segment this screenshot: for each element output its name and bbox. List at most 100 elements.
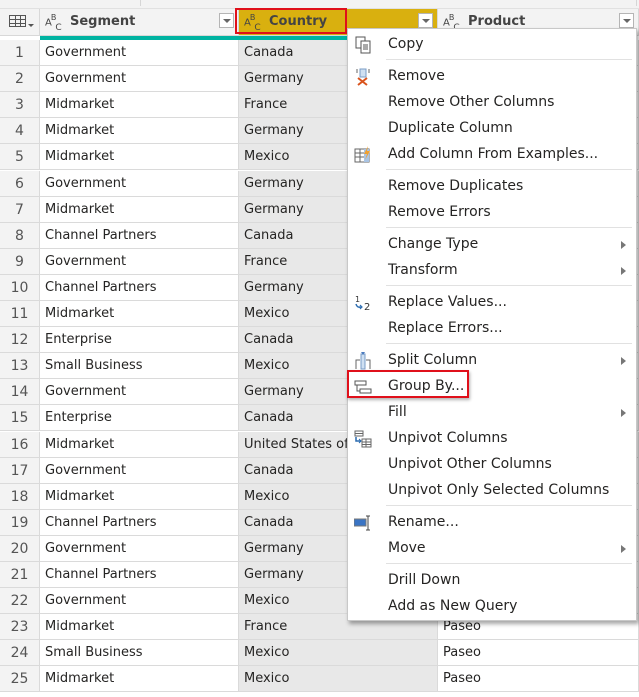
cell-segment[interactable]: Government: [40, 457, 239, 484]
menu-item-label: Drill Down: [388, 572, 461, 588]
menu-item-label: Transform: [388, 262, 458, 278]
cell-segment[interactable]: Midmarket: [40, 92, 239, 119]
cell-segment[interactable]: Midmarket: [40, 196, 239, 223]
menu-item-label: Remove: [388, 68, 445, 84]
menu-item-add-column-from-examples[interactable]: Add Column From Examples...: [348, 142, 636, 168]
abc-text-type-icon[interactable]: ABC: [45, 13, 62, 33]
submenu-arrow-icon: [621, 357, 626, 365]
cell-segment[interactable]: Channel Partners: [40, 274, 239, 301]
menu-item-label: Unpivot Only Selected Columns: [388, 482, 610, 498]
menu-separator: [386, 563, 632, 564]
table-row[interactable]: 25 Midmarket Mexico Paseo: [0, 666, 639, 693]
selected-column-highlight: [235, 8, 347, 34]
row-number: 13: [0, 353, 40, 380]
formula-bar-segment: [146, 0, 637, 6]
cell-segment[interactable]: Small Business: [40, 353, 239, 380]
row-number: 1: [0, 40, 40, 66]
cell-segment[interactable]: Midmarket: [40, 301, 239, 327]
cell-segment[interactable]: Government: [40, 588, 239, 615]
cell-segment[interactable]: Midmarket: [40, 666, 239, 693]
table-menu-button[interactable]: [0, 9, 40, 36]
menu-item-remove-duplicates[interactable]: Remove Duplicates: [348, 174, 636, 200]
row-number: 16: [0, 431, 40, 458]
row-number: 11: [0, 301, 40, 327]
cell-segment[interactable]: Government: [40, 379, 239, 406]
row-number: 7: [0, 196, 40, 223]
cell-segment[interactable]: Channel Partners: [40, 509, 239, 536]
menu-item-fill[interactable]: Fill: [348, 400, 636, 426]
cell-segment[interactable]: Midmarket: [40, 431, 239, 458]
menu-item-unpivot-columns[interactable]: Unpivot Columns: [348, 426, 636, 452]
row-number: 9: [0, 248, 40, 275]
menu-item-label: Fill: [388, 404, 407, 420]
menu-item-move[interactable]: Move: [348, 536, 636, 562]
menu-item-label: Copy: [388, 36, 424, 52]
row-number: 24: [0, 640, 40, 667]
column-filter-dropdown[interactable]: [418, 13, 433, 28]
table-icon: [9, 15, 26, 27]
menu-item-label: Replace Values...: [388, 294, 507, 310]
menu-item-remove-other-columns[interactable]: Remove Other Columns: [348, 90, 636, 116]
menu-item-replace-values[interactable]: 1 2 Replace Values...: [348, 290, 636, 316]
cell-segment[interactable]: Channel Partners: [40, 222, 239, 249]
cell-country[interactable]: Mexico: [239, 666, 438, 693]
menu-item-label: Add as New Query: [388, 598, 518, 614]
cell-country[interactable]: Mexico: [239, 640, 438, 667]
row-number: 12: [0, 327, 40, 354]
menu-item-label: Unpivot Columns: [388, 430, 508, 446]
menu-item-unpivot-other-columns[interactable]: Unpivot Other Columns: [348, 452, 636, 478]
menu-item-transform[interactable]: Transform: [348, 258, 636, 284]
unpivot-columns-icon: [354, 430, 372, 448]
row-number: 3: [0, 92, 40, 119]
cell-segment[interactable]: Government: [40, 535, 239, 562]
menu-separator: [386, 59, 632, 60]
menu-item-replace-errors[interactable]: Replace Errors...: [348, 316, 636, 342]
submenu-arrow-icon: [621, 545, 626, 553]
menu-item-label: Add Column From Examples...: [388, 146, 599, 162]
menu-separator: [386, 505, 632, 506]
cell-segment[interactable]: Enterprise: [40, 405, 239, 432]
row-number: 14: [0, 379, 40, 406]
svg-text:2: 2: [364, 302, 370, 312]
cell-segment[interactable]: Midmarket: [40, 144, 239, 171]
submenu-arrow-icon: [621, 241, 626, 249]
cell-segment[interactable]: Small Business: [40, 640, 239, 667]
column-header-label: Product: [468, 14, 526, 29]
column-header-segment[interactable]: ABC Segment: [40, 9, 239, 36]
cell-segment[interactable]: Channel Partners: [40, 562, 239, 588]
menu-item-change-type[interactable]: Change Type: [348, 232, 636, 258]
cell-segment[interactable]: Government: [40, 170, 239, 197]
menu-item-label: Change Type: [388, 236, 479, 252]
menu-item-duplicate-column[interactable]: Duplicate Column: [348, 116, 636, 142]
cell-product[interactable]: Paseo: [438, 640, 639, 667]
column-filter-dropdown[interactable]: [619, 13, 634, 28]
column-from-examples-icon: [354, 146, 372, 164]
menu-item-unpivot-only-selected-columns[interactable]: Unpivot Only Selected Columns: [348, 478, 636, 504]
rename-icon: [353, 514, 372, 532]
menu-item-rename[interactable]: Rename...: [348, 510, 636, 536]
menu-item-remove[interactable]: Remove: [348, 64, 636, 90]
cell-product[interactable]: Paseo: [438, 666, 639, 693]
cell-segment[interactable]: Government: [40, 248, 239, 275]
cell-segment[interactable]: Enterprise: [40, 327, 239, 354]
row-number: 23: [0, 614, 40, 641]
column-filter-dropdown[interactable]: [219, 13, 234, 28]
menu-item-add-as-new-query[interactable]: Add as New Query: [348, 594, 636, 620]
submenu-arrow-icon: [621, 409, 626, 417]
menu-item-label: Remove Duplicates: [388, 178, 524, 194]
menu-item-label: Rename...: [388, 514, 459, 530]
row-number: 2: [0, 66, 40, 93]
row-number: 17: [0, 457, 40, 484]
menu-item-remove-errors[interactable]: Remove Errors: [348, 200, 636, 226]
row-number: 10: [0, 274, 40, 301]
row-number: 22: [0, 588, 40, 615]
cell-segment[interactable]: Midmarket: [40, 614, 239, 641]
menu-item-copy[interactable]: Copy: [348, 32, 636, 58]
menu-item-drill-down[interactable]: Drill Down: [348, 568, 636, 594]
table-row[interactable]: 24 Small Business Mexico Paseo: [0, 640, 639, 667]
cell-segment[interactable]: Government: [40, 66, 239, 93]
cell-segment[interactable]: Midmarket: [40, 483, 239, 510]
cell-segment[interactable]: Midmarket: [40, 118, 239, 145]
menu-item-label: Replace Errors...: [388, 320, 503, 336]
cell-segment[interactable]: Government: [40, 40, 239, 66]
